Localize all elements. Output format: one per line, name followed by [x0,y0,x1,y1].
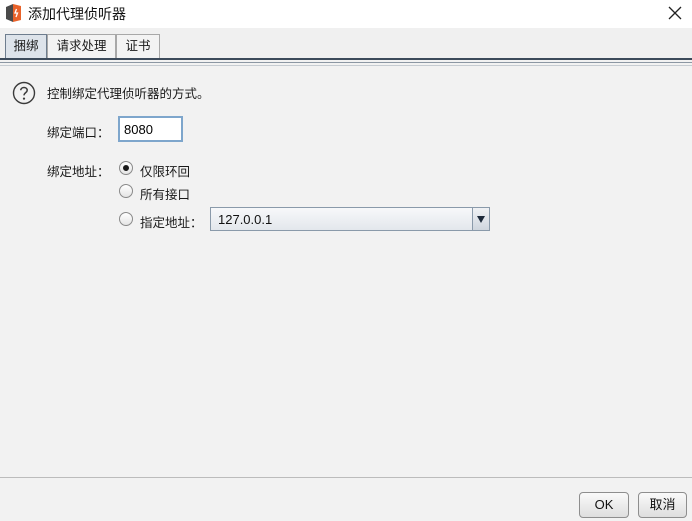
window-title: 添加代理侦听器 [28,7,126,23]
specific-address-value: 127.0.0.1 [218,212,273,227]
radio-all-interfaces[interactable] [119,184,133,198]
tab-binding[interactable]: 捆绑 [5,34,47,58]
ok-button[interactable]: OK [579,492,629,518]
radio-specific-address-label[interactable]: 指定地址： [140,212,203,231]
bind-address-label: 绑定地址： [47,164,110,179]
footer-divider [0,477,692,478]
bind-port-input[interactable] [118,116,183,142]
chevron-down-icon[interactable] [472,208,489,230]
title-bar: 添加代理侦听器 [0,0,692,28]
tab-certificate[interactable]: 证书 [116,34,160,58]
tab-divider [0,58,692,60]
cancel-button[interactable]: 取消 [638,492,687,518]
tab-divider [0,62,692,63]
close-icon[interactable] [664,2,686,24]
radio-all-interfaces-label[interactable]: 所有接口 [140,184,190,203]
tab-request-handling[interactable]: 请求处理 [47,34,116,58]
tab-strip: 捆绑 请求处理 证书 [0,28,692,60]
tab-divider [0,65,692,66]
radio-loopback-only[interactable] [119,161,133,175]
radio-loopback-only-label[interactable]: 仅限环回 [140,161,190,180]
bind-port-label: 绑定端口： [47,125,110,140]
description-text: 控制绑定代理侦听器的方式。 [47,86,210,101]
help-icon [12,81,36,105]
specific-address-select[interactable]: 127.0.0.1 [210,207,490,231]
app-logo-icon [6,4,21,22]
radio-specific-address[interactable] [119,212,133,226]
